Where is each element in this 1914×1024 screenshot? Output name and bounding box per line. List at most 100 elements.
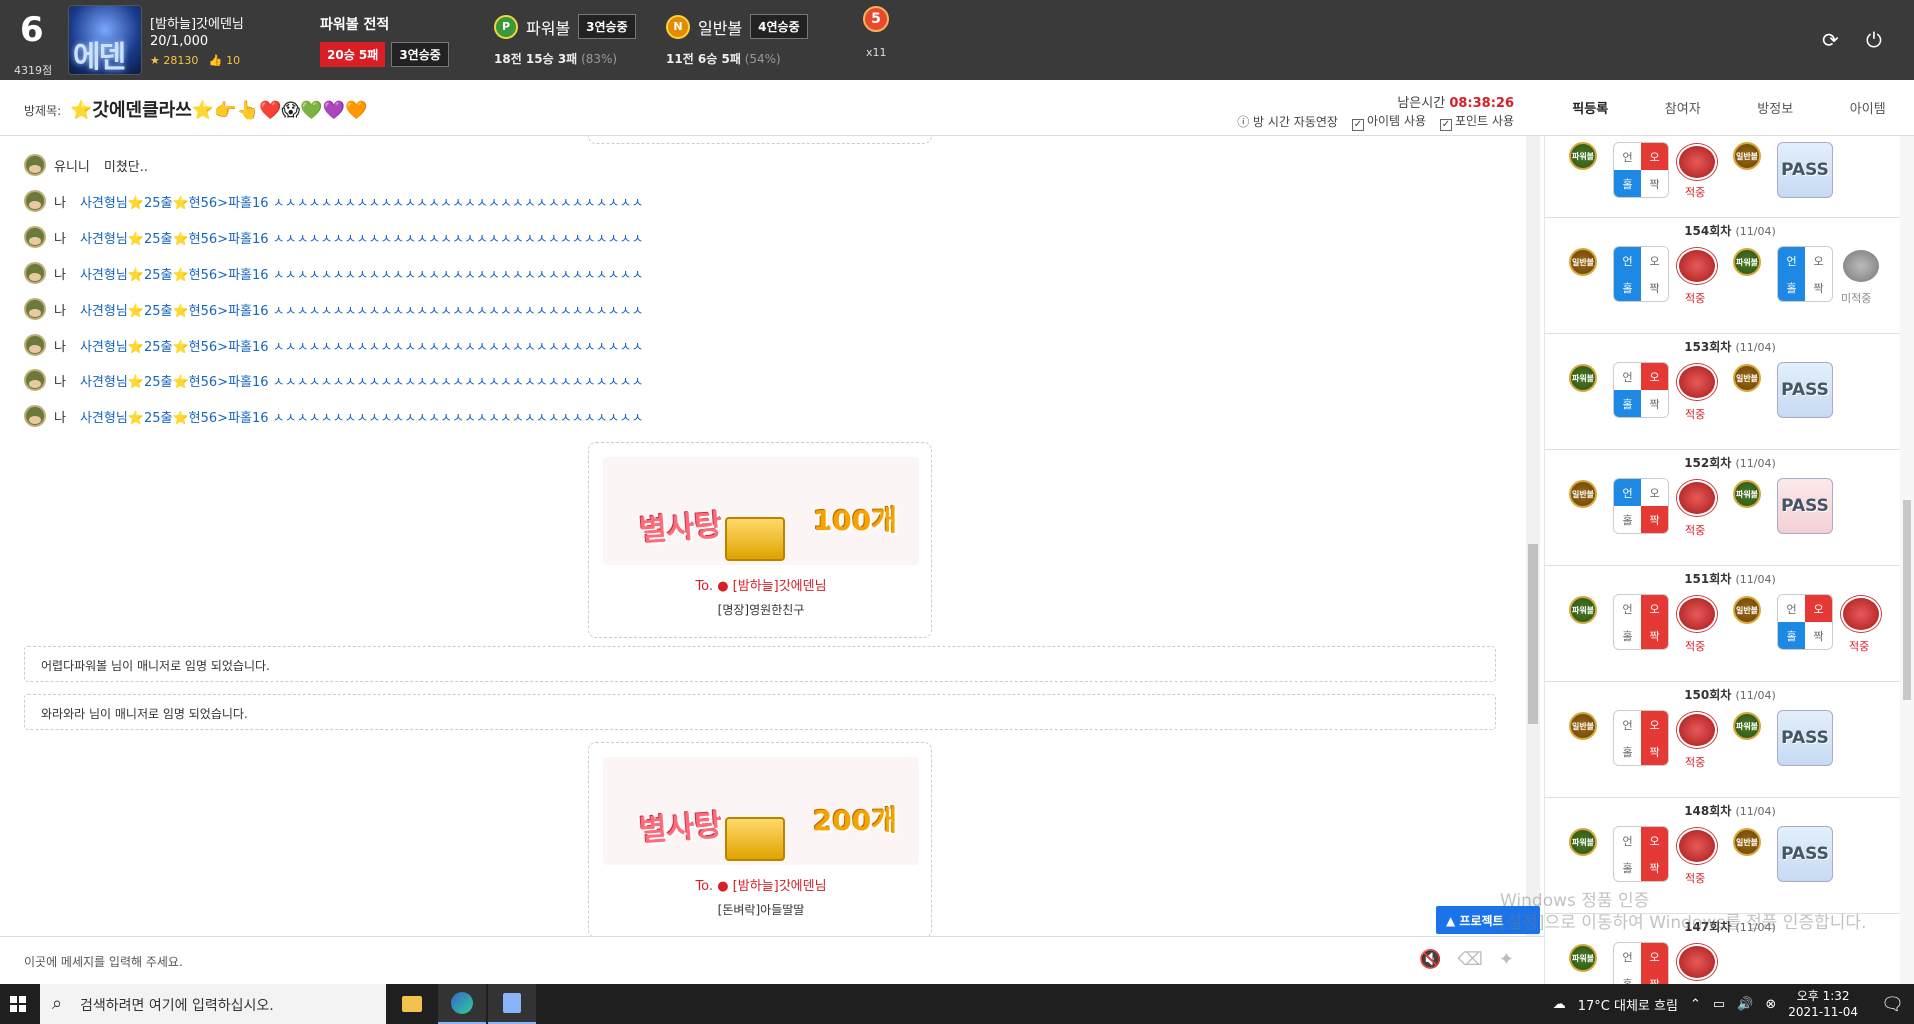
username: [밤하늘]갓에덴님 [150,17,244,32]
chat-sender[interactable]: 나 [54,336,66,355]
chat-input[interactable]: 이곳에 메세지를 입력해 주세요. 🔇 ⌫ ✦ [0,936,1544,984]
round-label: 150회차 (11/04) [1545,686,1914,703]
search-icon: ⌕ [52,993,63,1014]
chat-sender[interactable]: 나 [54,300,66,319]
normalball-stat: 11전 6승 5패 (54%) [666,50,781,67]
normalball-streak: 4연승중 [750,14,808,39]
tab-participants[interactable]: 참여자 [1665,98,1701,117]
remaining-time-label: 남은시간 [1397,96,1446,111]
gift-count: 100개 [812,504,897,537]
gift-card: 별사탕 100개 To. ● [밤하늘]갓에덴님 [명장]영원한친구 [588,442,932,638]
notepad-icon[interactable] [488,984,536,1024]
chat-scrollbar-thumb[interactable] [1528,544,1538,724]
tab-items[interactable]: 아이템 [1850,98,1886,117]
edge-browser-icon[interactable] [438,984,486,1024]
powerball-pick-icon: 파워볼 [1733,248,1761,276]
item-use-option[interactable]: ✓ 아이템 사용 [1351,112,1426,131]
round-card: 154회차 (11/04) 일반볼 언오홀짝 적중 파워볼 언오홀짝 미적중 [1545,218,1914,334]
taskbar-search-placeholder: 검색하려면 여기에 입력하십시오. [80,998,274,1014]
file-explorer-icon[interactable] [388,984,436,1024]
pick-grid: 언오홀짝 [1613,142,1669,198]
normalball-pick-icon: 일반볼 [1733,828,1761,856]
point-use-label: 포인트 사용 [1454,114,1514,128]
round-date: (11/04) [1735,341,1776,354]
chat-text: 미쳤단.. [103,159,149,175]
gift-to-label: To. [695,579,714,594]
pick-cell: 짝 [1805,274,1832,301]
notification-icon[interactable]: 🗨 [1881,994,1904,1015]
pick-cell: 짝 [1641,970,1668,984]
chat-sender[interactable]: 나 [54,264,66,283]
normalball-group: N 일반볼 4연승중 [666,14,808,39]
round-card: 153회차 (11/04) 파워볼 언오홀짝 적중 일반볼 PASS [1545,334,1914,450]
pick-cell: 홀 [1614,506,1641,533]
mute-icon[interactable]: 🔇 [1419,949,1441,970]
power-icon[interactable]: ⏻ [1866,28,1882,52]
taskbar-search[interactable]: ⌕ 검색하려면 여기에 입력하십시오. [40,984,386,1024]
soldier-avatar-icon: ● [717,879,729,894]
result-hit: 적중 [1685,186,1706,199]
pass-badge: PASS [1777,142,1833,198]
eraser-icon[interactable]: ⌫ [1457,949,1482,970]
tab-pick-register[interactable]: 픽등록 [1572,98,1608,117]
side-scrollbar-thumb[interactable] [1903,500,1911,700]
point-use-option[interactable]: ✓ 포인트 사용 [1439,112,1514,131]
chevron-up-icon[interactable]: ⌃ [1690,997,1701,1012]
room-bar: 방제목: ⭐갓에덴클라쓰⭐👉👆❤️😱💚💜🧡 남은시간 08:38:26 ⓘ 방 … [0,80,1544,136]
network-icon[interactable]: ▭ [1713,997,1725,1012]
tab-room-info[interactable]: 방정보 [1757,98,1793,117]
gift-to-label: To. [695,879,714,894]
checkbox-icon[interactable]: ✓ [1351,119,1364,131]
gift-to-name: [밤하늘]갓에덴님 [732,579,827,594]
chat-sender[interactable]: 나 [54,228,66,247]
round-number: 148회차 [1684,804,1732,818]
pick-cell: 짝 [1641,274,1668,301]
system-notice: 와라와라 님이 매니저로 임명 되었습니다. [24,694,1496,730]
coin-count: 28130 [163,54,199,67]
chat-message: 나 사견형님⭐25출⭐현56>파홀16 ㅅㅅㅅㅅㅅㅅㅅㅅㅅㅅㅅㅅㅅㅅㅅㅅㅅㅅㅅㅅㅅ… [24,188,643,214]
avatar[interactable]: 에덴 [68,5,142,75]
gray-devil-icon [1841,248,1881,284]
chat-sender[interactable]: 나 [54,192,66,211]
round-label: 152회차 (11/04) [1545,454,1914,471]
weather-text[interactable]: 17°C 대체로 흐림 [1578,995,1678,1014]
room-title: ⭐갓에덴클라쓰⭐👉👆❤️😱💚💜🧡 [70,100,368,121]
clock[interactable]: 오후 1:32 2021-11-04 [1788,988,1858,1020]
chat-text: 사견형님⭐25출⭐현56>파홀16 ㅅㅅㅅㅅㅅㅅㅅㅅㅅㅅㅅㅅㅅㅅㅅㅅㅅㅅㅅㅅㅅㅅ… [79,267,644,283]
like-icon: 👍 [208,54,223,67]
gift-recipient: To. ● [밤하늘]갓에덴님 [589,875,933,894]
auto-extend-option[interactable]: ⓘ 방 시간 자동연장 [1237,113,1338,130]
side-scrollbar[interactable] [1900,136,1914,984]
pick-grid: 언오홀짝 [1613,478,1669,534]
gift-image: 별사탕 100개 [603,457,919,565]
checkbox-icon[interactable]: ✓ [1439,119,1452,131]
chat-sender[interactable]: 유니니 [54,156,90,175]
normalball-pick-icon: 일반볼 [1733,596,1761,624]
powerball-pick-icon: 파워볼 [1569,142,1597,170]
result-hit: 적중 [1685,524,1706,537]
pick-cell: 오 [1641,595,1668,622]
chat-sender[interactable]: 나 [54,371,66,390]
refresh-icon[interactable]: ⟳ [1822,28,1839,52]
auto-extend-label: 방 시간 자동연장 [1253,115,1338,129]
round-number: 151회차 [1684,572,1732,586]
pick-history-panel: 파워볼 언오홀짝 적중 일반볼 PASS 154회차 (11/04) 일반볼 언… [1544,136,1914,984]
windows-start-icon[interactable] [0,984,36,1024]
magic-wand-icon[interactable]: ✦ [1499,949,1514,970]
soldier-avatar-icon [24,190,46,212]
powerball-icon: P [494,14,518,39]
close-circle-icon[interactable]: ⊗ [1765,997,1776,1012]
pick-cell: 언 [1614,711,1641,738]
result-hit: 적중 [1685,292,1706,305]
volume-icon[interactable]: 🔊 [1737,997,1753,1012]
normalball-name: 일반볼 [698,18,743,38]
chat-scrollbar[interactable] [1526,136,1540,936]
chat-sender[interactable]: 나 [54,407,66,426]
medal-count: x11 [866,46,887,59]
normalball-pick-icon: 일반볼 [1733,364,1761,392]
system-notice: 어렵다파워볼 님이 매니저로 임명 되었습니다. [24,646,1496,682]
devil-result-icon [1677,248,1717,284]
soldier-avatar-icon [24,154,46,176]
gift-name: 별사탕 [638,808,724,849]
soldier-avatar-icon [24,262,46,284]
